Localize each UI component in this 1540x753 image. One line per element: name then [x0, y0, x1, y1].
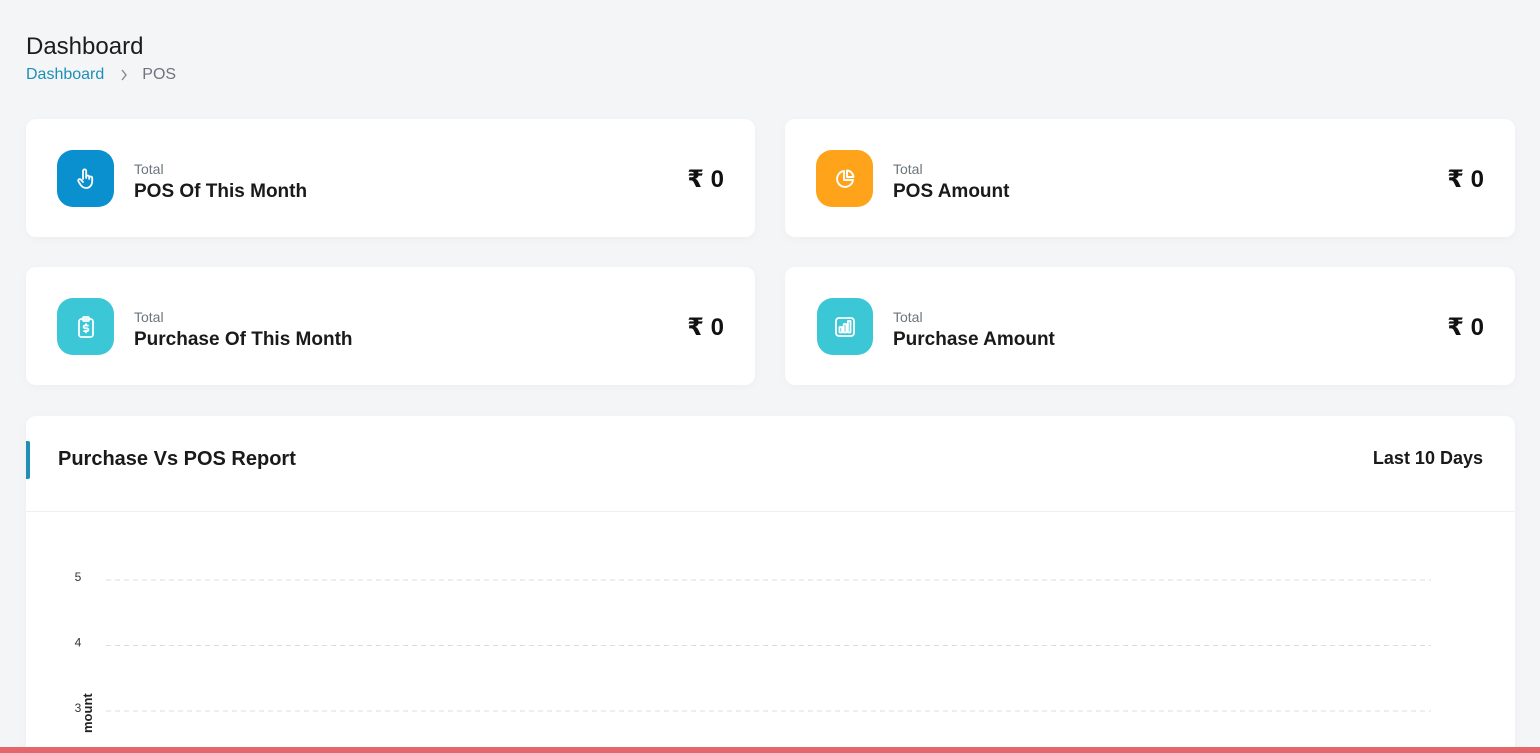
- stat-label: POS Amount: [893, 181, 1010, 202]
- chevron-right-icon: [120, 69, 128, 81]
- bar-chart-icon: [817, 298, 873, 355]
- accent-bar: [26, 441, 30, 479]
- stat-value: ₹ 0: [687, 166, 724, 193]
- stat-caption: Total: [134, 309, 164, 325]
- page-header: Dashboard Dashboard POS: [26, 32, 176, 84]
- purchase-vs-pos-chart: 543mount: [75, 570, 1431, 733]
- stat-card-pos-amount: Total POS Amount ₹ 0: [785, 119, 1515, 237]
- stat-texts: Total Purchase Of This Month: [134, 309, 353, 351]
- y-axis-label: mount: [80, 693, 95, 733]
- stat-label: Purchase Amount: [893, 329, 1055, 350]
- breadcrumb-home-link[interactable]: Dashboard: [26, 66, 104, 84]
- y-tick-label: 5: [75, 570, 82, 584]
- stat-caption: Total: [893, 161, 923, 177]
- stat-card-purchase-month: Total Purchase Of This Month ₹ 0: [26, 267, 755, 385]
- breadcrumb-current: POS: [142, 66, 177, 83]
- report-title: Purchase Vs POS Report: [58, 448, 296, 470]
- report-filter-dropdown[interactable]: Last 10 Days: [1373, 448, 1483, 469]
- stat-card-pos-month: Total POS Of This Month ₹ 0: [26, 119, 755, 237]
- pie-chart-icon: [816, 150, 873, 207]
- stat-value: ₹ 0: [1447, 314, 1484, 341]
- stat-value: ₹ 0: [1447, 166, 1484, 193]
- report-card: Purchase Vs POS Report Last 10 Days 543m…: [26, 416, 1515, 753]
- report-header: Purchase Vs POS Report Last 10 Days: [26, 416, 1515, 512]
- breadcrumb: Dashboard POS: [26, 66, 176, 84]
- stat-value: ₹ 0: [687, 314, 724, 341]
- page-title: Dashboard: [26, 33, 144, 60]
- clipboard-dollar-icon: [57, 298, 114, 355]
- stat-caption: Total: [134, 161, 164, 177]
- stat-texts: Total POS Of This Month: [134, 161, 307, 203]
- stat-label: POS Of This Month: [134, 181, 308, 202]
- stat-card-purchase-amount: Total Purchase Amount ₹ 0: [785, 267, 1515, 385]
- stat-label: Purchase Of This Month: [134, 329, 353, 350]
- stat-texts: Total POS Amount: [893, 161, 1009, 203]
- stat-texts: Total Purchase Amount: [893, 309, 1055, 351]
- pointer-hand-icon: [57, 150, 114, 207]
- stat-caption: Total: [893, 309, 923, 325]
- y-tick-label: 4: [75, 636, 82, 650]
- bottom-strip: [0, 747, 1540, 753]
- dashboard-page: Dashboard Dashboard POS Total POS Of Thi…: [0, 0, 1540, 753]
